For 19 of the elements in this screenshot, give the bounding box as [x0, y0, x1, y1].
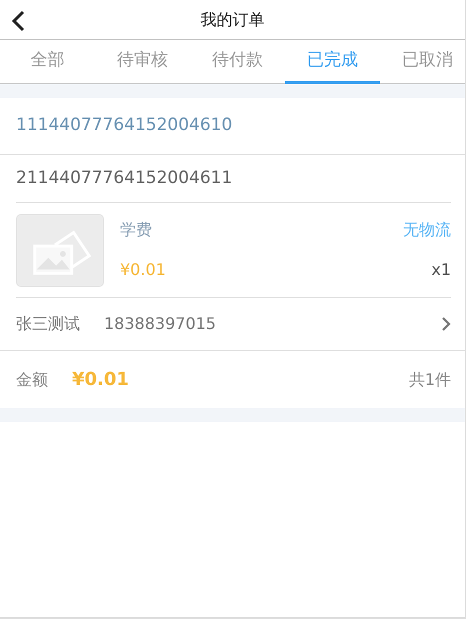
item-count: 共1件	[408, 368, 451, 390]
tab[interactable]: 全部	[0, 40, 95, 84]
contact-phone: 18388397015	[104, 313, 216, 335]
tab[interactable]: 待审核	[95, 40, 190, 84]
tab[interactable]: 已取消	[380, 40, 466, 84]
item-price: ¥0.01	[120, 259, 166, 281]
contact-name: 张三测试	[16, 313, 80, 335]
item-name: 学费	[120, 219, 152, 241]
total-label: 金额	[16, 368, 48, 390]
order-number: 11144077764152004610	[16, 114, 232, 138]
tab[interactable]: 待付款	[190, 40, 285, 84]
logistics-status: 无物流	[403, 219, 451, 241]
back-button[interactable]	[10, 8, 26, 32]
back-icon	[10, 10, 26, 32]
page-title: 我的订单	[200, 8, 264, 30]
chevron-right-icon[interactable]	[441, 316, 451, 332]
sub-order-number: 21144077764152004611	[16, 166, 232, 190]
total-amount: ¥0.01	[72, 368, 129, 392]
item-quantity: x1	[431, 259, 451, 281]
